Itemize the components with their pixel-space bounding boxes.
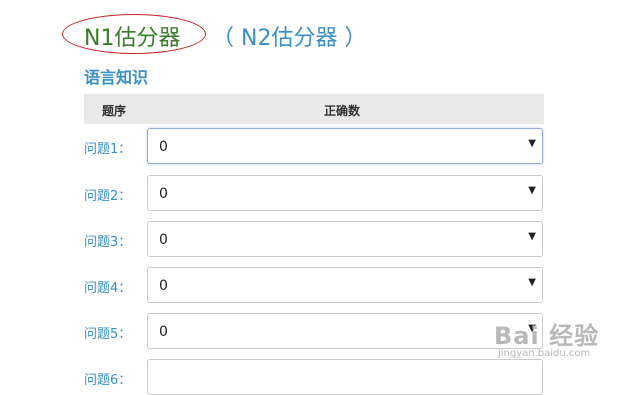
question-label: 问题4： [84,281,132,296]
question-row: 问题6： [84,359,544,395]
select-value: 0 [159,232,168,248]
question-label: 问题6： [84,373,132,388]
select-value: 0 [159,186,168,202]
correct-count-select[interactable]: 0 ▼ [147,128,543,164]
question-row: 问题5： 0 ▼ [84,313,544,349]
dropdown-arrow-icon: ▼ [528,231,536,242]
question-label: 问题5： [84,327,132,342]
n1-estimator-tab[interactable]: N1估分器 [84,20,180,52]
select-value: 0 [159,139,168,155]
dropdown-arrow-icon: ▼ [528,185,536,196]
dropdown-arrow-icon: ▼ [528,138,536,149]
question-label: 问题1： [84,142,132,157]
watermark-url: jingyan.baidu.com [498,348,591,359]
question-label: 问题3： [84,235,132,250]
question-row: 问题4： 0 ▼ [84,267,544,303]
select-value: 0 [159,278,168,294]
baidu-jingyan-watermark: Bai 经验 jingyan.baidu.com [484,310,634,366]
question-row: 问题2： 0 ▼ [84,175,544,211]
dropdown-arrow-icon: ▼ [528,277,536,288]
question-label: 问题2： [84,189,132,204]
table-header: 题序 正确数 [84,94,544,124]
question-row: 问题1： 0 ▼ [84,128,544,164]
column-header-correct: 正确数 [324,104,361,118]
correct-count-select[interactable]: 0 ▼ [147,175,543,211]
watermark-logo: Bai 经验 [494,322,600,350]
correct-count-select[interactable]: 0 ▼ [147,267,543,303]
correct-count-select[interactable]: 0 ▼ [147,221,543,257]
n2-estimator-link[interactable]: （ N2估分器 ） [212,20,366,52]
estimator-header: N1估分器 （ N2估分器 ） [62,14,382,54]
section-title: 语言知识 [84,68,149,87]
column-header-question: 题序 [102,104,127,118]
question-row: 问题3： 0 ▼ [84,221,544,257]
select-value: 0 [159,324,168,340]
